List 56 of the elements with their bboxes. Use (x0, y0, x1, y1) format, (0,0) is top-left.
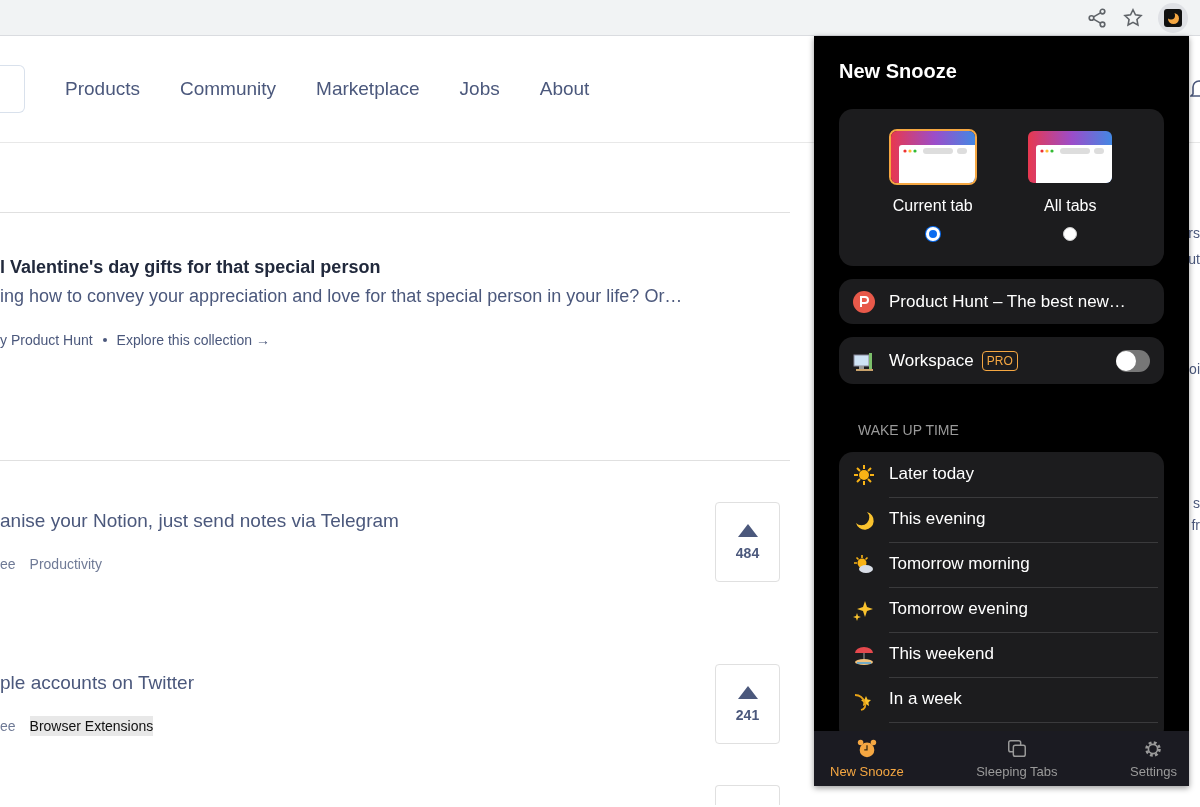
alarm-clock-icon (855, 738, 878, 760)
page-title: Product Hunt – The best new… (889, 291, 1126, 312)
wake-option[interactable]: Tomorrow evening (839, 587, 1164, 632)
bottom-tab[interactable]: Settings (1130, 738, 1177, 779)
wake-option[interactable]: Later today (839, 452, 1164, 497)
wake-option[interactable]: In a week (839, 677, 1164, 722)
upvote-button[interactable]: 241 (715, 664, 780, 744)
wake-option[interactable]: Tomorrow morning (839, 542, 1164, 587)
nav-link[interactable]: Marketplace (316, 78, 420, 100)
topic-tag[interactable]: ee (0, 554, 16, 574)
nav-link[interactable]: Products (65, 78, 140, 100)
wake-option[interactable]: This evening (839, 497, 1164, 542)
topic-tag[interactable]: ee (0, 716, 16, 736)
scope-option[interactable]: All tabs (1026, 129, 1115, 244)
bottom-tab[interactable]: New Snooze (830, 738, 904, 779)
topic-tag[interactable]: Productivity (29, 554, 102, 574)
text-fragment: rs (1188, 225, 1200, 241)
section-label: WAKE UP TIME (858, 422, 960, 438)
upvote-button[interactable]: 484 (715, 502, 780, 582)
triangle-up-icon (737, 685, 758, 699)
search-field[interactable] (0, 65, 25, 113)
triangle-up-icon (737, 523, 758, 537)
explore-link[interactable]: Explore this collection → (116, 332, 270, 348)
bottom-tab[interactable]: Sleeping Tabs (976, 738, 1058, 779)
nav-link[interactable]: About (539, 78, 590, 100)
product-tagline[interactable]: ple accounts on Twitter (0, 672, 194, 694)
radio-button[interactable] (1063, 227, 1078, 241)
text-fragment: s (1193, 495, 1200, 511)
nav-link[interactable]: Community (180, 78, 277, 100)
workspace-toggle[interactable] (1116, 349, 1150, 372)
tabs-icon (1005, 738, 1028, 760)
moon-icon (1164, 8, 1182, 27)
popup-title: New Snooze (839, 60, 958, 83)
collection-title[interactable]: l Valentine's day gifts for that special person (0, 257, 790, 278)
text-fragment: ut (1188, 251, 1200, 267)
scope-option[interactable]: Current tab (888, 129, 977, 244)
bullet-dot (102, 338, 107, 342)
collection-description: ing how to convey your appreciation and love for that special person in your life? Or… (0, 286, 684, 307)
product-tagline[interactable]: anise your Notion, just send notes via Telegram (0, 510, 399, 532)
nav-link[interactable]: Jobs (459, 78, 500, 100)
sun-cloud-icon (853, 553, 875, 576)
browser-windows-icon (1028, 131, 1113, 183)
author-text: y Product Hunt (0, 332, 93, 348)
sun-icon (853, 463, 875, 486)
topic-tag[interactable]: Browser Extensions (29, 716, 154, 736)
current-page-row[interactable]: Product Hunt – The best new… (839, 279, 1164, 324)
workspace-label: Workspace (889, 350, 974, 371)
text-fragment: oi (1189, 361, 1200, 377)
star-icon[interactable] (1122, 6, 1144, 29)
browser-window-icon (890, 131, 975, 183)
wake-option[interactable]: This weekend (839, 632, 1164, 677)
text-fragment: fr (1191, 517, 1200, 533)
p-logo-icon (853, 290, 875, 313)
share-icon[interactable] (1086, 6, 1108, 29)
extension-button[interactable] (1158, 2, 1188, 33)
pro-badge: PRO (981, 350, 1018, 371)
